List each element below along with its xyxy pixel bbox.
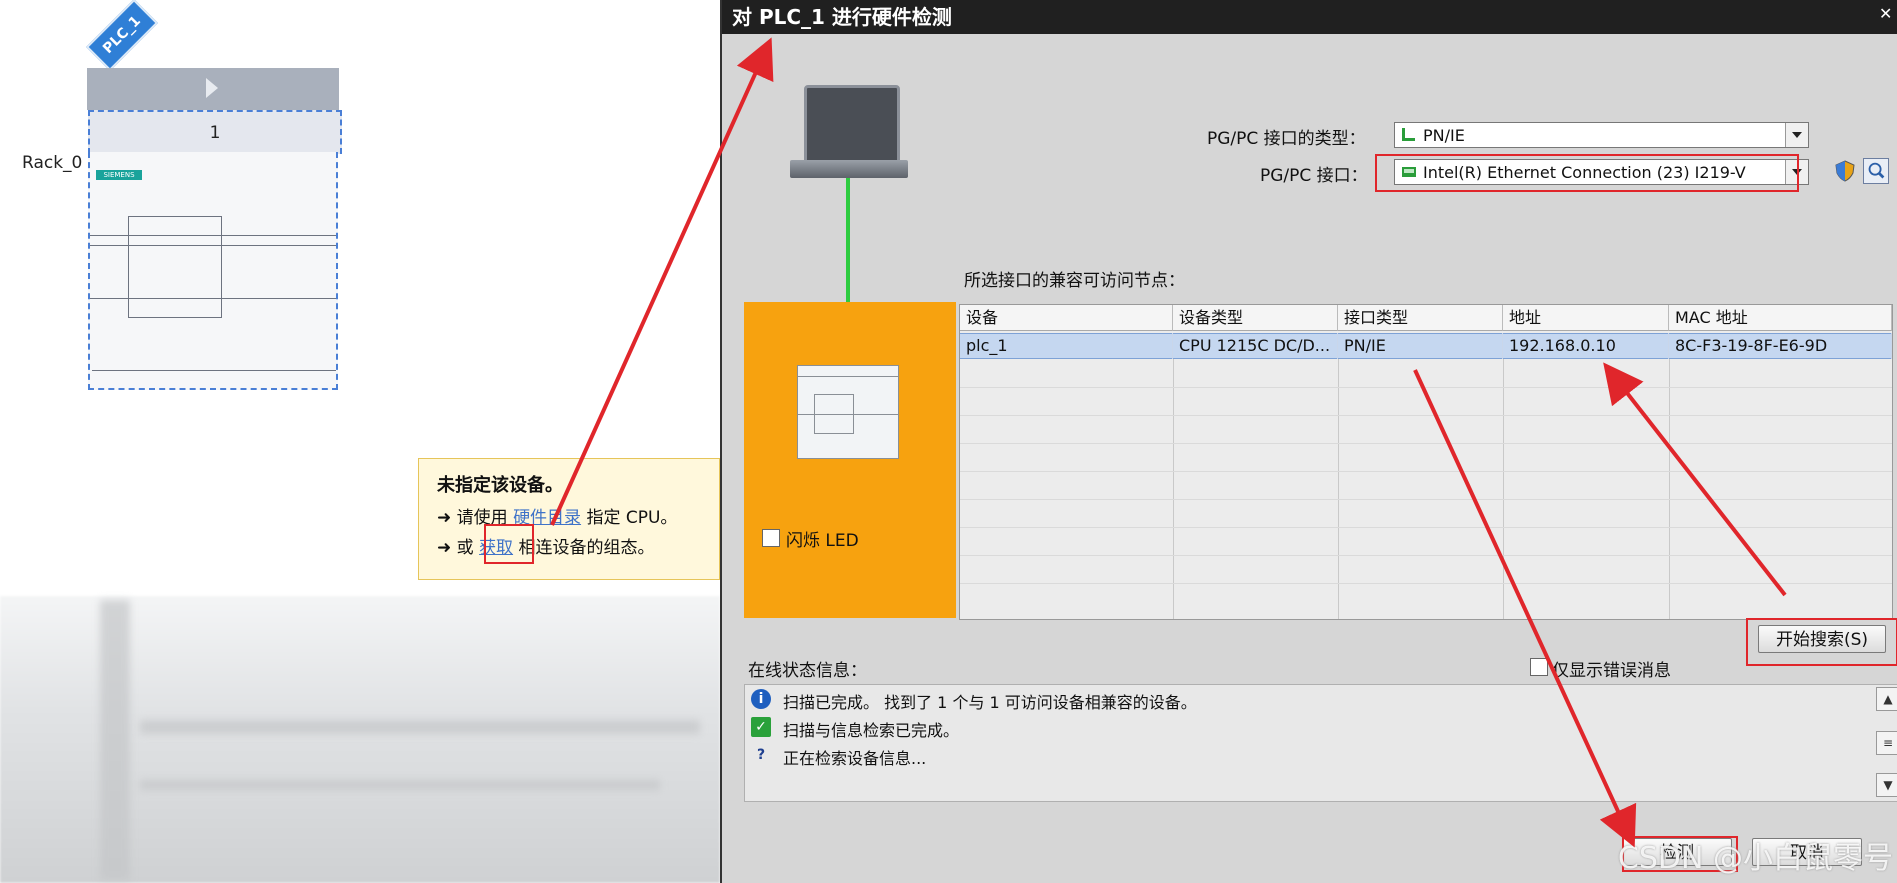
nodes-table: 设备 设备类型 接口类型 地址 MAC 地址 plc_1 CPU 1215C D… bbox=[959, 304, 1893, 620]
diagnostics-icon[interactable] bbox=[1863, 158, 1889, 184]
blurred-background bbox=[100, 600, 130, 880]
status-log: i 扫描已完成。 找到了 1 个与 1 可访问设备相兼容的设备。 ✓ 扫描与信息… bbox=[744, 684, 1897, 802]
status-message: 扫描已完成。 找到了 1 个与 1 可访问设备相兼容的设备。 bbox=[783, 693, 1197, 712]
grid-line bbox=[1173, 359, 1174, 619]
dialog-title: 对 PLC_1 进行硬件检测 bbox=[722, 0, 1897, 34]
flash-led-label: 闪烁 LED bbox=[786, 531, 859, 551]
blurred-background bbox=[140, 780, 660, 790]
close-icon[interactable]: ✕ bbox=[1879, 4, 1895, 28]
unspecified-device-hint: 未指定该设备。 ➜ 请使用 硬件目录 指定 CPU。 ➜ 或 获取 相连设备的组… bbox=[418, 458, 720, 580]
cpu-drawing bbox=[128, 216, 222, 318]
interface-type-label: PG/PC 接口的类型： bbox=[1207, 129, 1366, 149]
check-icon: ✓ bbox=[751, 717, 771, 737]
grid-line bbox=[1503, 359, 1504, 619]
scroll-up-icon[interactable]: ▲ bbox=[1876, 687, 1897, 711]
scroll-down-icon[interactable]: ▼ bbox=[1876, 773, 1897, 797]
column-header[interactable]: 地址 bbox=[1503, 305, 1669, 331]
grid-line bbox=[1338, 359, 1339, 619]
hardware-detection-dialog: 对 PLC_1 进行硬件检测 ✕ 闪烁 LED PG/PC 接口的类型： PN/… bbox=[720, 0, 1897, 883]
grid-line bbox=[1669, 359, 1670, 619]
grid-line bbox=[960, 387, 1892, 388]
annotation-highlight bbox=[484, 524, 534, 564]
online-status-label: 在线状态信息： bbox=[748, 661, 867, 681]
hint-title: 未指定该设备。 bbox=[437, 475, 563, 496]
only-errors-label: 仅显示错误消息 bbox=[1552, 661, 1671, 681]
grid-line bbox=[960, 583, 1892, 584]
blurred-background bbox=[140, 720, 700, 734]
status-message: 正在检索设备信息... bbox=[783, 749, 927, 768]
grid-line bbox=[960, 415, 1892, 416]
interface-label: PG/PC 接口： bbox=[1260, 166, 1368, 186]
only-errors-checkbox[interactable] bbox=[1530, 658, 1548, 676]
watermark: CSDN @小白鼠零号 bbox=[1617, 841, 1893, 876]
hint-text: 或 bbox=[456, 538, 474, 558]
flash-led-checkbox[interactable] bbox=[762, 529, 780, 547]
interface-type-select[interactable]: PN/IE bbox=[1394, 122, 1809, 148]
column-header[interactable]: 设备类型 bbox=[1173, 305, 1338, 331]
grid-line bbox=[960, 471, 1892, 472]
info-icon: i bbox=[751, 689, 771, 709]
hint-text: 相连设备的组态。 bbox=[518, 538, 655, 558]
rack-label: Rack_0 bbox=[22, 153, 83, 173]
table-cell: CPU 1215C DC/D... bbox=[1173, 333, 1338, 359]
hint-line-2: ➜ 或 获取 相连设备的组态。 bbox=[437, 533, 654, 558]
grid-line bbox=[960, 499, 1892, 500]
plc-tag[interactable]: PLC_1 bbox=[85, 0, 159, 72]
hint-line-1: ➜ 请使用 硬件目录 指定 CPU。 bbox=[437, 503, 677, 528]
column-header[interactable]: 设备 bbox=[960, 305, 1173, 331]
column-header[interactable]: 接口类型 bbox=[1338, 305, 1503, 331]
expand-arrow-icon[interactable] bbox=[206, 78, 218, 98]
arrow-right-icon: ➜ bbox=[437, 508, 452, 528]
grid-line bbox=[960, 443, 1892, 444]
slot-number: 1 bbox=[88, 110, 342, 154]
chevron-down-icon[interactable] bbox=[1785, 123, 1808, 147]
table-cell: 8C-F3-19-8F-E6-9D bbox=[1669, 333, 1892, 359]
interface-type-value: PN/IE bbox=[1423, 126, 1465, 145]
network-icon bbox=[1402, 128, 1415, 141]
device-panel bbox=[744, 302, 956, 618]
device-view: PLC_1 Rack_0 1 SIEMENS 未指定该设备。 ➜ 请使用 硬件目… bbox=[0, 0, 720, 883]
grid-line bbox=[960, 527, 1892, 528]
laptop-icon bbox=[790, 160, 908, 178]
query-icon: ? bbox=[756, 747, 766, 763]
shield-icon[interactable] bbox=[1834, 160, 1856, 182]
table-cell: 192.168.0.10 bbox=[1503, 333, 1669, 359]
table-cell: PN/IE bbox=[1338, 333, 1503, 359]
laptop-icon bbox=[804, 85, 900, 166]
cpu-outline bbox=[92, 370, 336, 371]
compatible-nodes-label: 所选接口的兼容可访问节点： bbox=[964, 271, 1185, 291]
scrollbar-thumb[interactable]: ≡ bbox=[1876, 731, 1897, 755]
siemens-logo: SIEMENS bbox=[96, 170, 142, 180]
annotation-highlight bbox=[1375, 154, 1799, 192]
arrow-right-icon: ➜ bbox=[437, 538, 452, 558]
plc-device-icon bbox=[797, 365, 899, 459]
column-header[interactable]: MAC 地址 bbox=[1669, 305, 1892, 331]
table-cell: plc_1 bbox=[960, 333, 1173, 359]
grid-line bbox=[960, 555, 1892, 556]
status-message: 扫描与信息检索已完成。 bbox=[783, 721, 960, 740]
annotation-highlight bbox=[1746, 618, 1897, 666]
hint-text: 指定 CPU。 bbox=[586, 508, 678, 528]
